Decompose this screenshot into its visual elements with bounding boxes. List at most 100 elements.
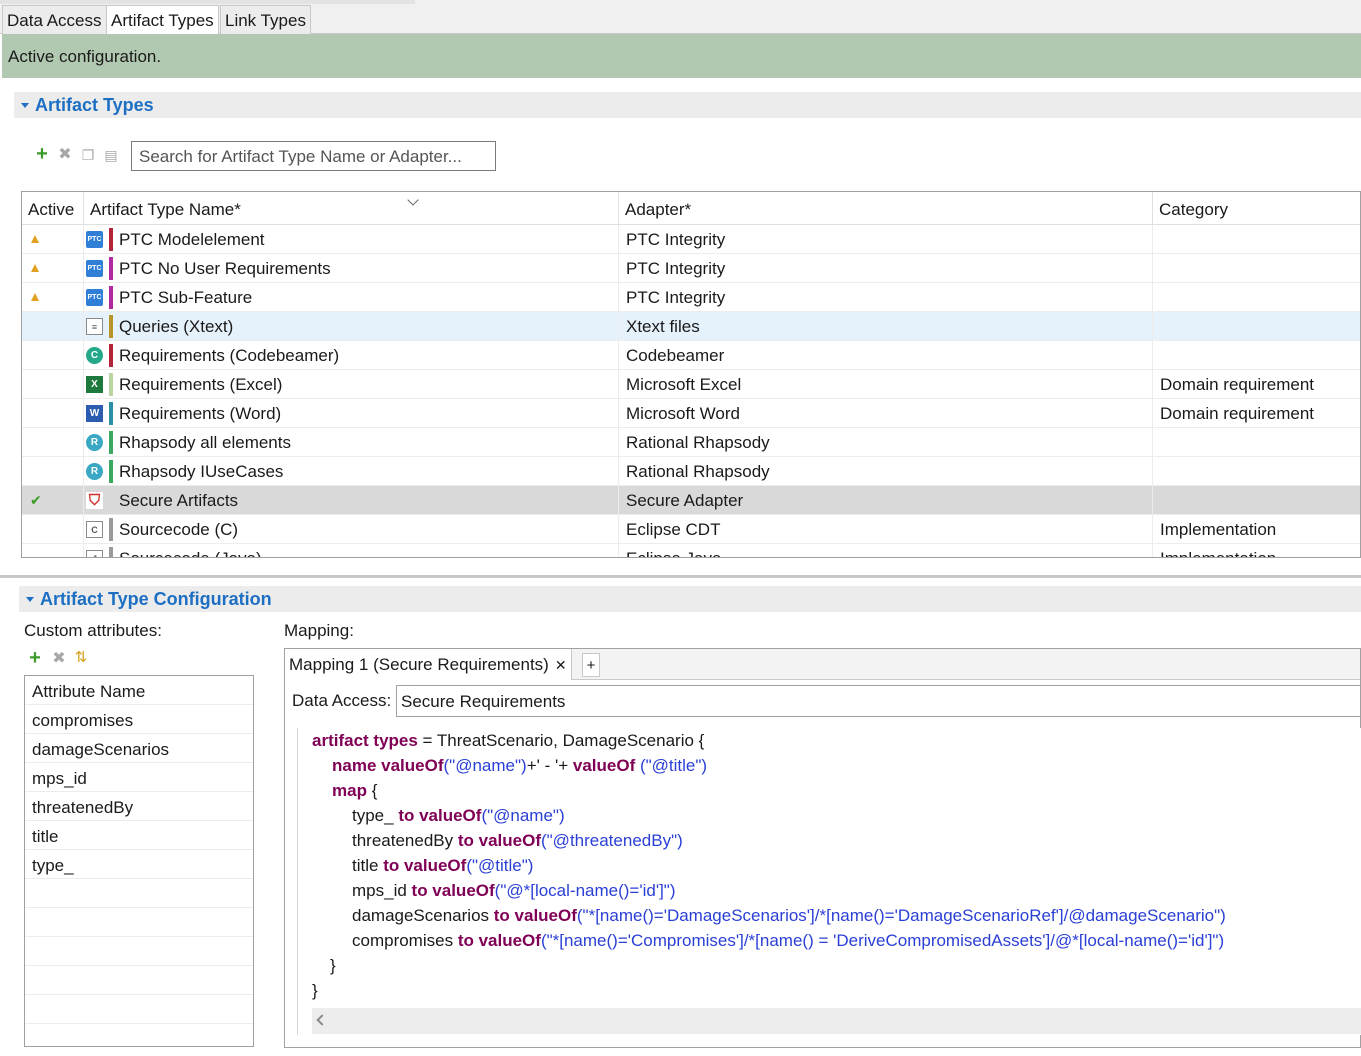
name-cell[interactable]: X Requirements (Excel)	[84, 370, 619, 399]
add-icon[interactable]: +	[34, 144, 50, 164]
add-attribute-icon[interactable]: +	[27, 648, 43, 668]
artifact-types-section-header[interactable]: Artifact Types	[14, 92, 1361, 118]
delete-icon[interactable]: ✖	[57, 147, 73, 163]
category-cell[interactable]: Implementation	[1153, 515, 1360, 544]
column-header-name-label: Artifact Type Name*	[90, 200, 241, 219]
artifact-type-search-input[interactable]: Search for Artifact Type Name or Adapter…	[131, 141, 496, 171]
table-row[interactable]: ≡ Queries (Xtext) Xtext files	[22, 312, 1360, 341]
table-row[interactable]: X Requirements (Excel) Microsoft Excel Do…	[22, 370, 1360, 399]
active-cell[interactable]	[22, 225, 84, 254]
name-cell[interactable]: PTC PTC Sub-Feature	[84, 283, 619, 312]
column-header-artifact-type-name[interactable]: Artifact Type Name*	[84, 192, 619, 225]
column-header-category[interactable]: Category	[1153, 192, 1360, 225]
data-access-label: Data Access:	[292, 691, 392, 710]
empty-row	[25, 966, 253, 995]
column-header-adapter[interactable]: Adapter*	[619, 192, 1153, 225]
paste-icon[interactable]: ▤	[103, 147, 119, 163]
category-cell[interactable]: Implementation	[1153, 544, 1360, 557]
table-row[interactable]: PTC PTC No User Requirements PTC Integrit…	[22, 254, 1360, 283]
list-item[interactable]: damageScenarios	[25, 734, 253, 763]
name-cell[interactable]: C Sourcecode (C)	[84, 515, 619, 544]
adapter-cell[interactable]: Microsoft Word	[619, 399, 1153, 428]
adapter-cell[interactable]: Codebeamer	[619, 341, 1153, 370]
tab-artifact-types[interactable]: Artifact Types	[106, 5, 219, 35]
active-cell[interactable]	[22, 544, 84, 557]
table-row[interactable]: R Rhapsody IUseCases Rational Rhapsody	[22, 457, 1360, 486]
active-cell[interactable]	[22, 341, 84, 370]
tab-data-access[interactable]: Data Access	[2, 5, 107, 34]
adapter-cell[interactable]: Eclipse Java	[619, 544, 1153, 557]
table-row[interactable]: J Sourcecode (Java) Eclipse Java Implemen…	[22, 544, 1360, 557]
table-row[interactable]: PTC PTC Sub-Feature PTC Integrity	[22, 283, 1360, 312]
list-item[interactable]: threatenedBy	[25, 792, 253, 821]
adapter-cell[interactable]: Secure Adapter	[619, 486, 1153, 515]
scroll-left-arrow-icon[interactable]	[316, 1014, 328, 1026]
add-mapping-button[interactable]: +	[582, 653, 600, 677]
active-cell[interactable]: ✔	[22, 486, 84, 515]
collapse-twisty-icon[interactable]	[26, 596, 34, 602]
adapter-cell[interactable]: Xtext files	[619, 312, 1153, 341]
horizontal-scrollbar[interactable]	[312, 1008, 1361, 1034]
active-cell[interactable]	[22, 428, 84, 457]
artifact-type-name: PTC Modelelement	[119, 230, 265, 249]
category-cell[interactable]	[1153, 341, 1360, 370]
table-row[interactable]: R Rhapsody all elements Rational Rhapsody	[22, 428, 1360, 457]
category-cell[interactable]	[1153, 457, 1360, 486]
table-row[interactable]: PTC PTC Modelelement PTC Integrity	[22, 225, 1360, 254]
active-cell[interactable]	[22, 370, 84, 399]
name-cell[interactable]: ≡ Queries (Xtext)	[84, 312, 619, 341]
table-row[interactable]: W Requirements (Word) Microsoft Word Doma…	[22, 399, 1360, 428]
adapter-cell[interactable]: PTC Integrity	[619, 225, 1153, 254]
table-row-selected[interactable]: ✔ ⛉ Secure Artifacts Secure Adapter	[22, 486, 1360, 515]
tab-link-types[interactable]: Link Types	[220, 5, 311, 34]
category-cell[interactable]: Domain requirement	[1153, 399, 1360, 428]
name-cell[interactable]: PTC PTC No User Requirements	[84, 254, 619, 283]
name-cell[interactable]: W Requirements (Word)	[84, 399, 619, 428]
name-cell[interactable]: R Rhapsody IUseCases	[84, 457, 619, 486]
name-cell[interactable]: C Requirements (Codebeamer)	[84, 341, 619, 370]
code-line: title to valueOf("@title")	[352, 853, 533, 878]
category-cell[interactable]	[1153, 312, 1360, 341]
category-cell[interactable]: Domain requirement	[1153, 370, 1360, 399]
collapse-twisty-icon[interactable]	[21, 102, 29, 108]
active-cell[interactable]	[22, 399, 84, 428]
section-divider[interactable]	[0, 575, 1361, 578]
warning-icon	[31, 264, 39, 273]
data-access-field[interactable]: Secure Requirements	[396, 685, 1361, 717]
table-row[interactable]: C Requirements (Codebeamer) Codebeamer	[22, 341, 1360, 370]
copy-icon[interactable]: ❐	[80, 147, 96, 163]
category-cell[interactable]	[1153, 254, 1360, 283]
artifact-type-name: Sourcecode (C)	[119, 520, 239, 539]
tab-mapping-1[interactable]: Mapping 1 (Secure Requirements) ✕	[285, 649, 572, 680]
delete-attribute-icon[interactable]: ✖	[51, 651, 67, 667]
adapter-cell[interactable]: PTC Integrity	[619, 283, 1153, 312]
table-row[interactable]: C Sourcecode (C) Eclipse CDT Implementati…	[22, 515, 1360, 544]
list-item[interactable]: title	[25, 821, 253, 850]
sort-attributes-icon[interactable]: ⇅	[73, 650, 89, 666]
adapter-cell[interactable]: Microsoft Excel	[619, 370, 1153, 399]
artifact-type-configuration-header[interactable]: Artifact Type Configuration	[19, 586, 1361, 612]
close-icon[interactable]: ✕	[555, 657, 567, 673]
category-cell[interactable]	[1153, 428, 1360, 457]
column-header-active[interactable]: Active	[22, 192, 84, 225]
category-cell[interactable]	[1153, 486, 1360, 515]
adapter-cell[interactable]: Rational Rhapsody	[619, 457, 1153, 486]
adapter-cell[interactable]: PTC Integrity	[619, 254, 1153, 283]
name-cell[interactable]: R Rhapsody all elements	[84, 428, 619, 457]
name-cell[interactable]: ⛉ Secure Artifacts	[84, 486, 619, 515]
category-cell[interactable]	[1153, 283, 1360, 312]
active-cell[interactable]	[22, 283, 84, 312]
active-cell[interactable]	[22, 312, 84, 341]
list-item[interactable]: compromises	[25, 705, 253, 734]
adapter-cell[interactable]: Eclipse CDT	[619, 515, 1153, 544]
adapter-cell[interactable]: Rational Rhapsody	[619, 428, 1153, 457]
name-cell[interactable]: PTC PTC Modelelement	[84, 225, 619, 254]
active-cell[interactable]	[22, 457, 84, 486]
active-cell[interactable]	[22, 254, 84, 283]
active-cell[interactable]	[22, 515, 84, 544]
attribute-name-header[interactable]: Attribute Name	[25, 676, 253, 705]
name-cell[interactable]: J Sourcecode (Java)	[84, 544, 619, 557]
list-item[interactable]: type_	[25, 850, 253, 879]
list-item[interactable]: mps_id	[25, 763, 253, 792]
category-cell[interactable]	[1153, 225, 1360, 254]
